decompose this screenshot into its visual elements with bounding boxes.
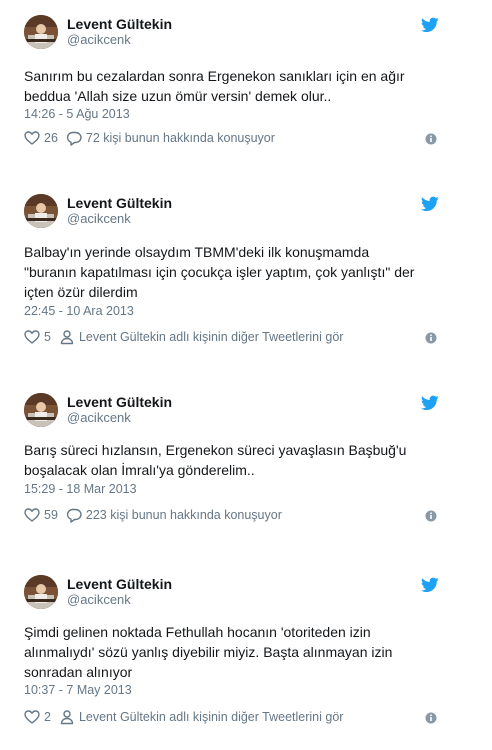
tweet-text-line: beddua 'Allah size uzun ömür versin' dem… — [24, 88, 332, 104]
tweet-timestamp[interactable]: 10:37 - 7 May 2013 — [24, 683, 132, 697]
tweet-timestamp[interactable]: 15:29 - 18 Mar 2013 — [24, 482, 137, 496]
tweet-text: Sanırım bu cezalardan sonra Ergenekon sa… — [24, 66, 454, 106]
author-handle[interactable]: @acikcenk — [67, 211, 131, 226]
author-handle[interactable]: @acikcenk — [67, 32, 131, 47]
person-icon[interactable] — [59, 709, 75, 725]
like-count[interactable]: 5 — [44, 330, 51, 344]
like-count[interactable]: 2 — [44, 710, 51, 724]
author-handle[interactable]: @acikcenk — [67, 592, 131, 607]
like-count[interactable]: 26 — [44, 131, 58, 145]
heart-icon[interactable] — [24, 130, 40, 146]
reply-bubble-icon[interactable] — [66, 130, 82, 146]
like-count[interactable]: 59 — [44, 508, 58, 522]
tweet-text-line: Sanırım bu cezalardan sonra Ergenekon sa… — [24, 68, 405, 84]
conversation-link[interactable]: 72 kişi bunun hakkında konuşuyor — [86, 131, 275, 145]
avatar[interactable] — [24, 15, 58, 49]
tweet-text-line: boşalacak olan İmralı'ya gönderelim.. — [24, 462, 255, 478]
avatar[interactable] — [24, 575, 58, 609]
twitter-bird-icon[interactable] — [420, 196, 439, 212]
more-tweets-link[interactable]: Levent Gültekin adlı kişinin diğer Tweet… — [79, 710, 344, 724]
tweet-timestamp[interactable]: 14:26 - 5 Ağu 2013 — [24, 107, 130, 121]
info-icon[interactable] — [425, 331, 437, 344]
twitter-bird-icon[interactable] — [420, 395, 439, 411]
tweet-timestamp[interactable]: 22:45 - 10 Ara 2013 — [24, 304, 134, 318]
author-name[interactable]: Levent Gültekin — [67, 195, 172, 211]
tweet-text: Barış süreci hızlansın, Ergenekon süreci… — [24, 440, 454, 480]
info-icon[interactable] — [425, 509, 437, 522]
tweet-text-line: içten özür dilerdim — [24, 284, 138, 300]
tweet-text-line: Barış süreci hızlansın, Ergenekon süreci… — [24, 442, 407, 458]
author-handle[interactable]: @acikcenk — [67, 410, 131, 425]
more-tweets-link[interactable]: Levent Gültekin adlı kişinin diğer Tweet… — [79, 330, 344, 344]
author-name[interactable]: Levent Gültekin — [67, 394, 172, 410]
heart-icon[interactable] — [24, 507, 40, 523]
tweet-text: Şimdi gelinen noktada Fethullah hocanın … — [24, 622, 454, 682]
info-icon[interactable] — [425, 711, 437, 724]
tweet-text-line: "buranın kapatılması için çocukça işler … — [24, 264, 415, 280]
tweet-text-line: Balbay'ın yerinde olsaydım TBMM'deki ilk… — [24, 244, 370, 260]
heart-icon[interactable] — [24, 329, 40, 345]
tweet-text-line: Şimdi gelinen noktada Fethullah hocanın … — [24, 624, 371, 640]
reply-bubble-icon[interactable] — [66, 507, 82, 523]
conversation-link[interactable]: 223 kişi bunun hakkında konuşuyor — [86, 508, 282, 522]
tweet-actions: 59 223 kişi bunun hakkında konuşuyor — [24, 506, 282, 524]
avatar[interactable] — [24, 393, 58, 427]
tweet-actions: 26 72 kişi bunun hakkında konuşuyor — [24, 129, 275, 147]
tweet-text-line: sonradan alınıyor — [24, 664, 133, 680]
author-name[interactable]: Levent Gültekin — [67, 576, 172, 592]
tweet-text: Balbay'ın yerinde olsaydım TBMM'deki ilk… — [24, 242, 454, 302]
avatar[interactable] — [24, 194, 58, 228]
tweet-text-line: alınmalıydı' sözü yanlış diyebilir miyiz… — [24, 644, 393, 660]
twitter-bird-icon[interactable] — [420, 17, 439, 33]
author-name[interactable]: Levent Gültekin — [67, 16, 172, 32]
twitter-bird-icon[interactable] — [420, 577, 439, 593]
tweet-actions: 2 Levent Gültekin adlı kişinin diğer Twe… — [24, 708, 343, 726]
heart-icon[interactable] — [24, 709, 40, 725]
tweet-actions: 5 Levent Gültekin adlı kişinin diğer Twe… — [24, 328, 343, 346]
person-icon[interactable] — [59, 329, 75, 345]
info-icon[interactable] — [425, 132, 437, 145]
